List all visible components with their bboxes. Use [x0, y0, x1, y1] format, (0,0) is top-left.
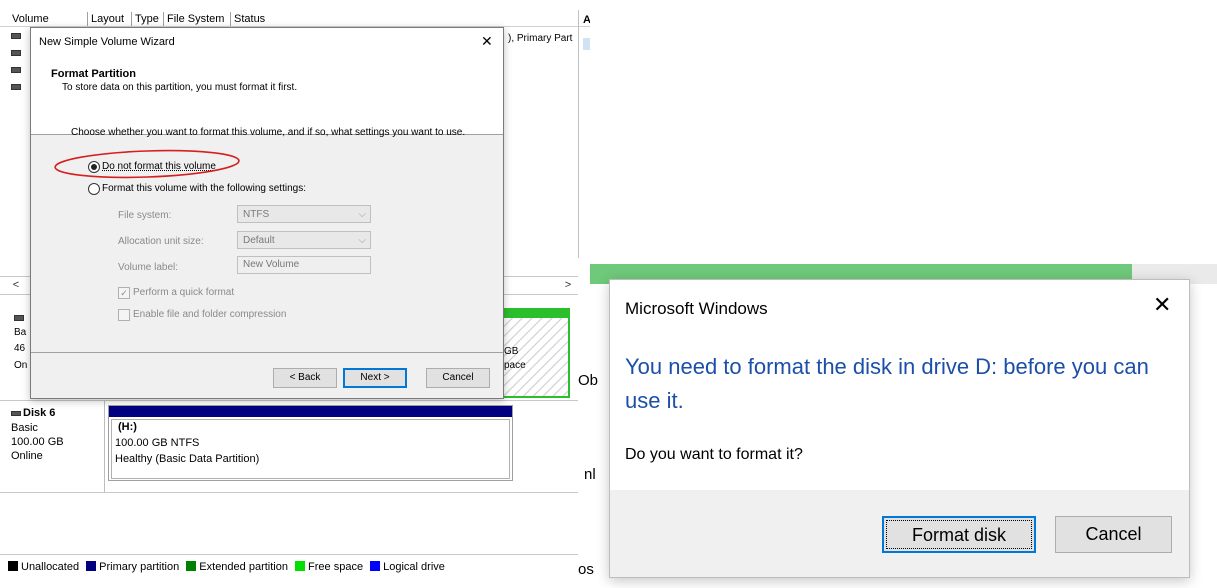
column-header-volume[interactable]: Volume [12, 12, 49, 26]
volume-icon [11, 84, 21, 90]
disk-status-fragment: On [14, 360, 28, 371]
wizard-title: New Simple Volume Wizard [39, 36, 175, 48]
scroll-left-arrow[interactable]: < [9, 278, 23, 292]
bg-fragment-b: nl [584, 466, 596, 483]
next-button[interactable]: Next > [343, 368, 407, 388]
volume-icon [11, 33, 21, 39]
dialog-title: Microsoft Windows [625, 299, 768, 318]
column-header-file-system[interactable]: File System [167, 12, 224, 26]
disk6-size: 100.00 GB [11, 436, 64, 448]
radio-format-with-settings[interactable] [88, 183, 100, 195]
compression-label: Enable file and folder compression [133, 309, 287, 320]
legend-swatch-unallocated [8, 561, 18, 571]
disk-icon [11, 411, 21, 416]
wizard-instruction: Choose whether you want to format this v… [71, 127, 466, 138]
actions-pane-header: A [583, 14, 590, 26]
file-system-label: File system: [118, 210, 172, 221]
legend-primary: Primary partition [99, 561, 180, 573]
chevron-down-icon: ⌵ [358, 209, 366, 220]
dialog-question: Do you want to format it? [625, 446, 803, 463]
partition-label-fragment: pace [504, 360, 526, 371]
legend-extended: Extended partition [199, 561, 288, 573]
legend-free: Free space [308, 561, 364, 573]
format-disk-dialog: Microsoft Windows ✕ You need to format t… [609, 279, 1190, 578]
partition-size-fs: 100.00 GB NTFS [115, 437, 200, 449]
disk6-type: Basic [11, 422, 38, 434]
legend-swatch-logical [370, 561, 381, 571]
bg-fragment-c: os [578, 561, 594, 578]
volume-icon [11, 50, 21, 56]
disk-icon [14, 315, 24, 321]
dialog-cancel-button[interactable]: Cancel [1055, 516, 1172, 553]
column-header-type[interactable]: Type [135, 12, 159, 26]
bg-fragment-a: Ob [578, 372, 599, 389]
file-system-select[interactable]: NTFS ⌵ [237, 205, 371, 223]
column-header-status[interactable]: Status [234, 12, 265, 26]
volume-status-cell: ), Primary Part [508, 33, 573, 44]
close-icon[interactable]: ✕ [1153, 292, 1171, 318]
disk-type-fragment: Ba [14, 327, 27, 338]
disk-size-fragment: 46 [14, 343, 26, 354]
back-button[interactable]: < Back [273, 368, 337, 388]
quick-format-checkbox[interactable]: ✓ [118, 287, 130, 299]
annotation-ellipse [54, 149, 240, 179]
wizard-header: Format Partition To store data on this p… [31, 56, 503, 135]
column-header-layout[interactable]: Layout [91, 12, 124, 26]
volume-label-label: Volume label: [118, 262, 179, 273]
allocation-unit-value: Default [243, 235, 275, 246]
legend-swatch-free [295, 561, 306, 571]
volume-icon [11, 67, 21, 73]
disk6-status: Online [11, 450, 43, 462]
partition-health: Healthy (Basic Data Partition) [115, 453, 260, 465]
legend-swatch-primary [86, 561, 97, 571]
wizard-heading: Format Partition [51, 68, 136, 80]
dialog-footer: Format disk Cancel [610, 490, 1189, 577]
scroll-right-arrow[interactable]: > [561, 278, 575, 292]
legend-swatch-extended [186, 561, 197, 571]
volume-label-value: New Volume [243, 259, 300, 270]
close-icon[interactable]: ✕ [481, 33, 493, 50]
chevron-down-icon: ⌵ [358, 235, 366, 246]
wizard-subheading: To store data on this partition, you mus… [62, 82, 298, 93]
new-simple-volume-wizard: New Simple Volume Wizard ✕ Format Partit… [30, 27, 504, 399]
legend-logical: Logical drive [383, 561, 445, 573]
quick-format-label: Perform a quick format [133, 287, 235, 298]
volume-label-input[interactable]: New Volume [237, 256, 371, 274]
partition-size-fragment: GB [504, 346, 519, 357]
legend-unallocated: Unallocated [21, 561, 80, 573]
cancel-button[interactable]: Cancel [426, 368, 490, 388]
partition-letter: (H:) [118, 421, 137, 433]
wizard-titlebar[interactable]: New Simple Volume Wizard ✕ [31, 28, 503, 56]
compression-checkbox[interactable] [118, 309, 130, 321]
allocation-unit-select[interactable]: Default ⌵ [237, 231, 371, 249]
actions-pane-item[interactable] [583, 38, 590, 50]
allocation-unit-label: Allocation unit size: [118, 236, 204, 247]
dialog-message: You need to format the disk in drive D: … [625, 354, 1149, 413]
format-disk-button[interactable]: Format disk [882, 516, 1036, 553]
file-system-value: NTFS [243, 209, 270, 220]
partition-legend: Unallocated Primary partition Extended p… [8, 561, 445, 573]
option-format-label[interactable]: Format this volume with the following se… [102, 183, 306, 194]
disk6-name: Disk 6 [23, 407, 56, 419]
